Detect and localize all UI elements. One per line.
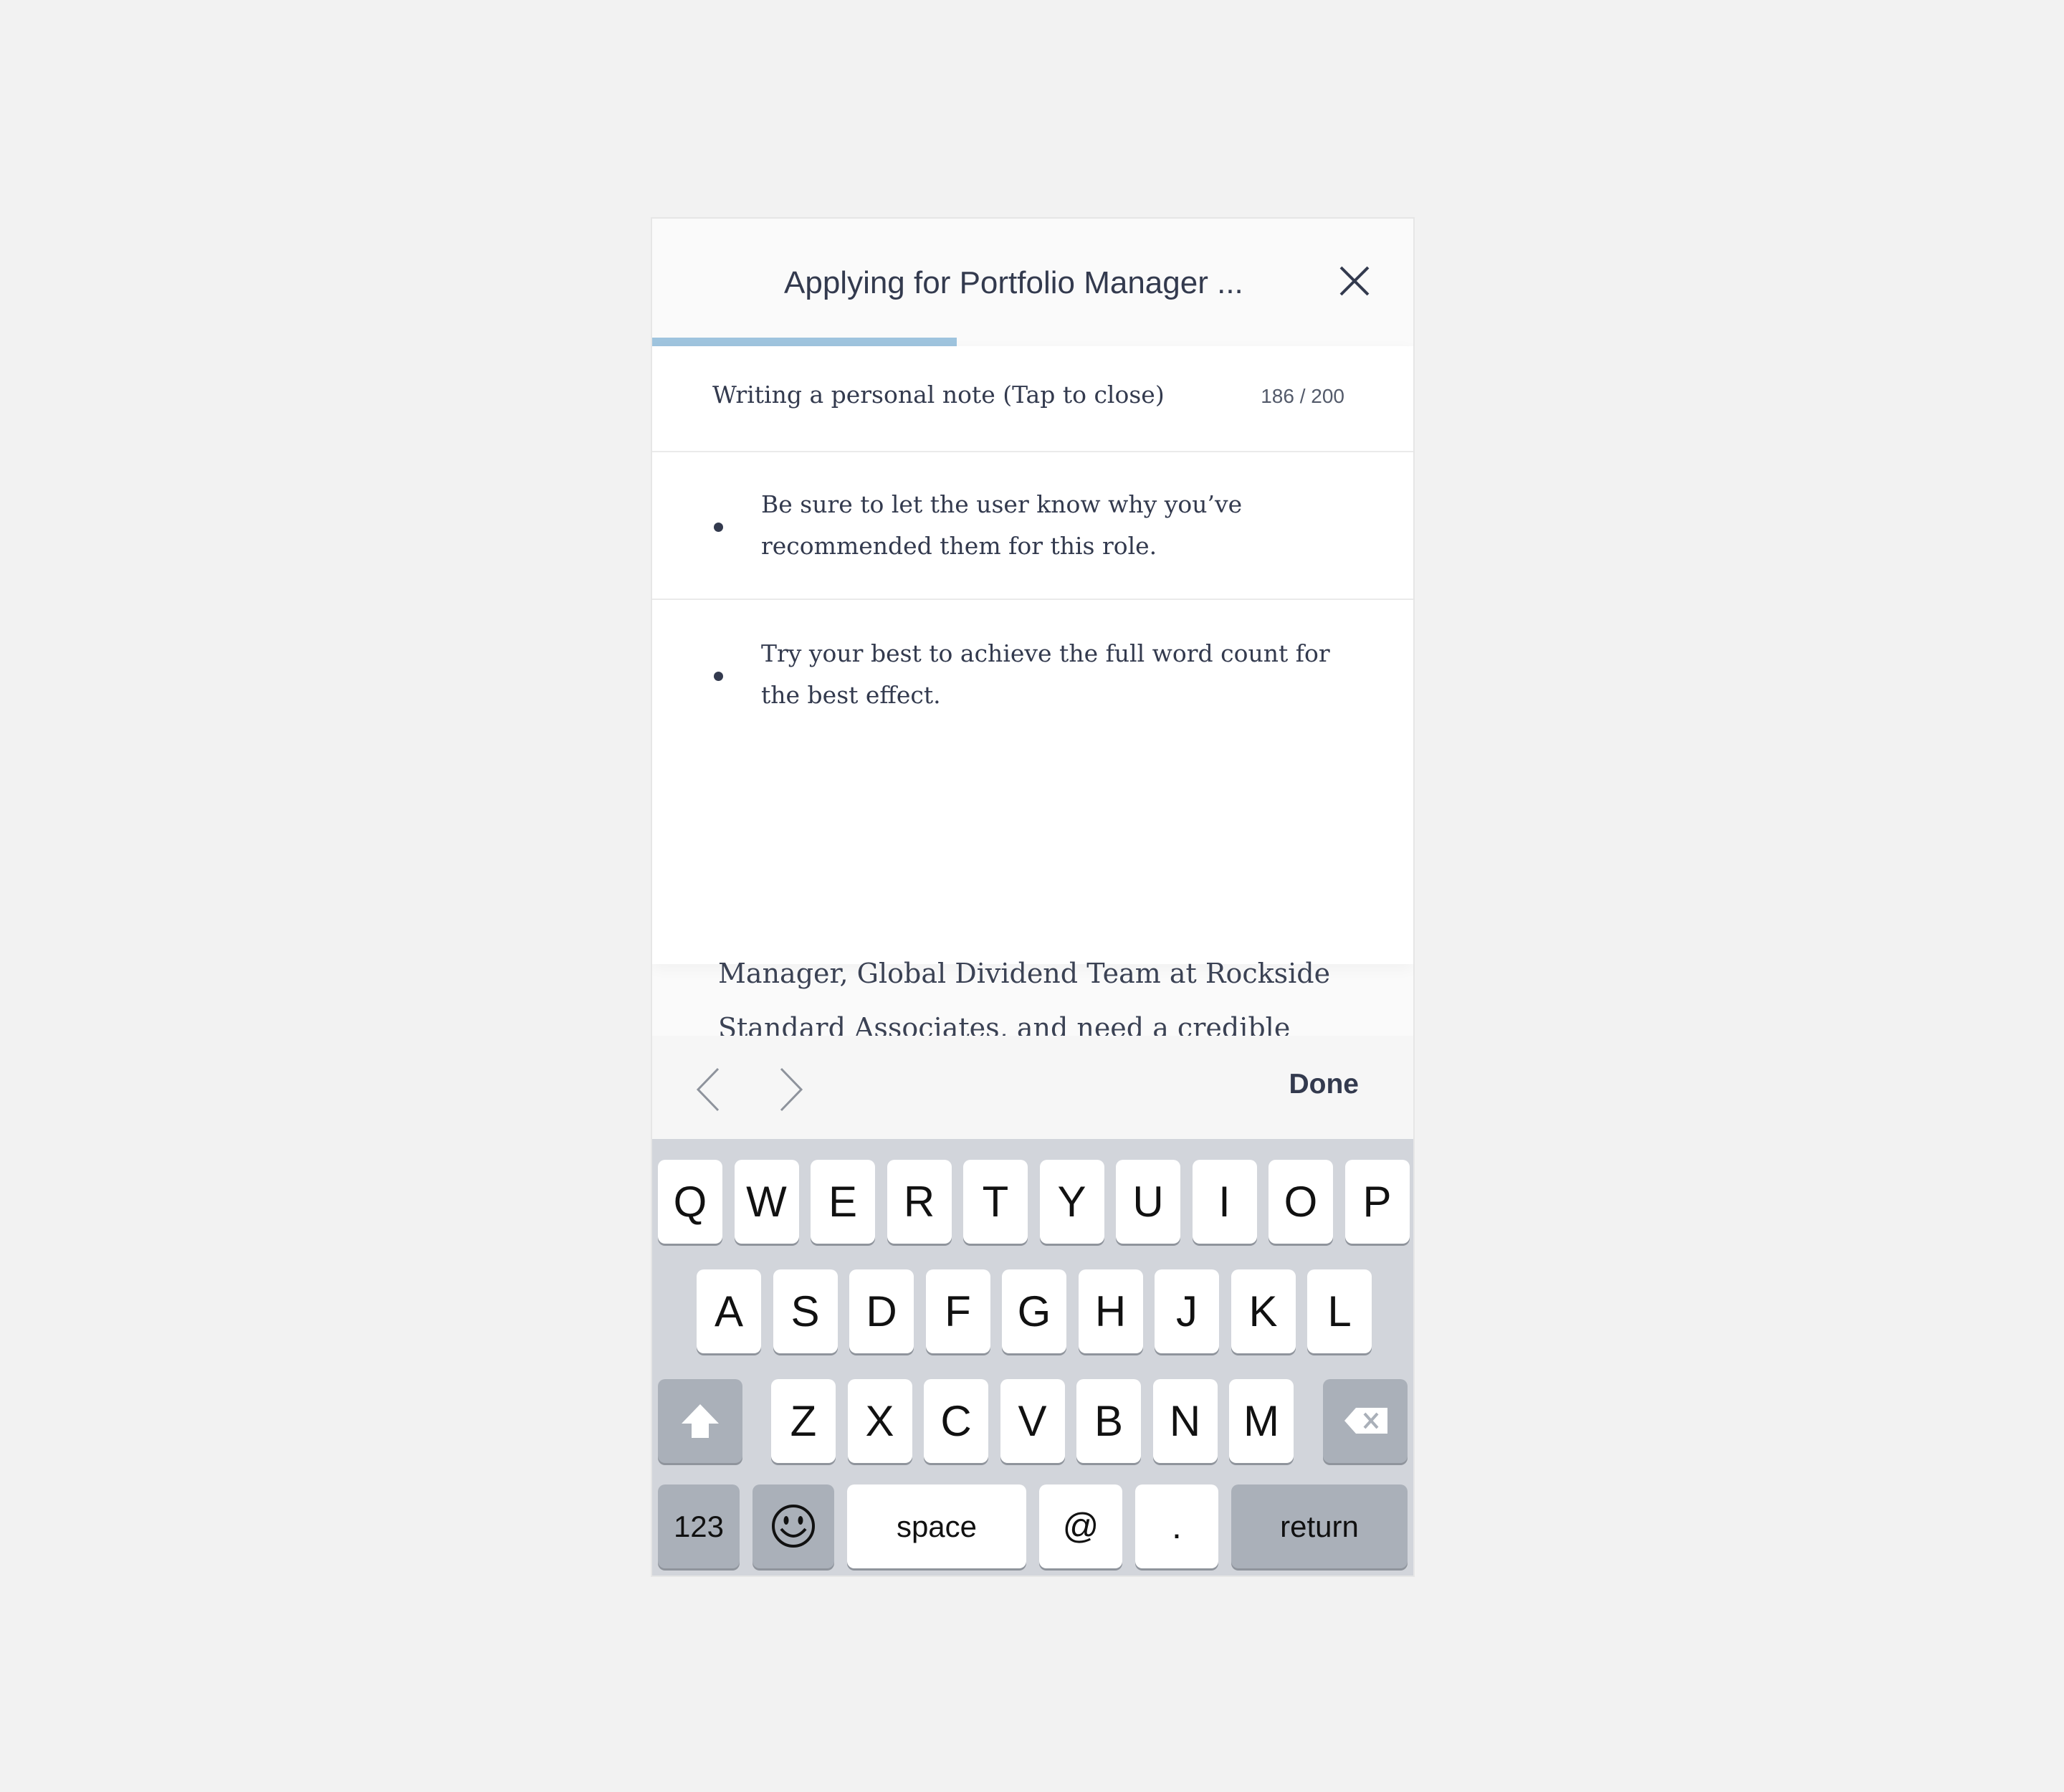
character-counter: 186 / 200 (1261, 385, 1344, 407)
key-k[interactable]: K (1231, 1269, 1296, 1353)
backspace-key[interactable] (1323, 1379, 1408, 1463)
application-modal: Applying for Portfolio Manager ... Writi… (651, 217, 1415, 1577)
key-q[interactable]: Q (658, 1160, 722, 1244)
key-g[interactable]: G (1002, 1269, 1066, 1353)
key-v[interactable]: V (1000, 1379, 1065, 1463)
key-y[interactable]: Y (1039, 1160, 1104, 1244)
tip-item: Be sure to let the user know why you’ve … (652, 452, 1413, 600)
personal-note-label: Writing a personal note (Tap to close) (712, 381, 1165, 409)
period-key[interactable]: . (1135, 1484, 1218, 1568)
key-n[interactable]: N (1152, 1379, 1218, 1463)
key-a[interactable]: A (697, 1269, 761, 1353)
previous-field-button[interactable] (689, 1064, 732, 1115)
key-w[interactable]: W (734, 1160, 799, 1244)
next-field-button[interactable] (767, 1064, 810, 1115)
at-key[interactable]: @ (1039, 1484, 1122, 1568)
personal-note-panel: Writing a personal note (Tap to close) 1… (652, 346, 1413, 964)
emoji-key[interactable] (752, 1484, 834, 1568)
key-b[interactable]: B (1076, 1379, 1141, 1463)
chevron-left-icon (696, 1067, 720, 1112)
keyboard-accessory-bar: Done (652, 1036, 1413, 1139)
key-f[interactable]: F (925, 1269, 990, 1353)
key-x[interactable]: X (847, 1379, 912, 1463)
backspace-icon (1344, 1408, 1387, 1434)
key-m[interactable]: M (1229, 1379, 1294, 1463)
key-l[interactable]: L (1307, 1269, 1372, 1353)
shift-icon (682, 1404, 719, 1438)
personal-note-toggle[interactable]: Writing a personal note (Tap to close) 1… (652, 346, 1413, 452)
progress-bar (652, 338, 1413, 346)
progress-fill (652, 338, 957, 346)
bullet-icon (714, 523, 723, 532)
key-z[interactable]: Z (771, 1379, 836, 1463)
key-o[interactable]: O (1268, 1160, 1333, 1244)
tip-item: Try your best to achieve the full word c… (652, 600, 1413, 749)
numbers-key[interactable]: 123 (658, 1484, 740, 1568)
key-r[interactable]: R (887, 1160, 952, 1244)
bullet-icon (714, 672, 723, 681)
key-h[interactable]: H (1078, 1269, 1143, 1353)
done-button[interactable]: Done (1289, 1069, 1360, 1100)
on-screen-keyboard: 123 space @ . return QWERTYUIOP ASDFGHJKL… (652, 1139, 1413, 1576)
key-p[interactable]: P (1344, 1160, 1410, 1244)
key-c[interactable]: C (924, 1379, 988, 1463)
chevron-right-icon (780, 1067, 803, 1112)
tip-text: Try your best to achieve the full word c… (761, 639, 1330, 709)
key-t[interactable]: T (963, 1160, 1028, 1244)
key-s[interactable]: S (773, 1269, 838, 1353)
close-button[interactable] (1337, 263, 1372, 299)
space-key[interactable]: space (847, 1484, 1026, 1568)
close-icon (1339, 266, 1370, 296)
emoji-icon (772, 1505, 815, 1548)
tip-text: Be sure to let the user know why you’ve … (761, 490, 1243, 560)
return-key[interactable]: return (1231, 1484, 1408, 1568)
key-j[interactable]: J (1155, 1269, 1219, 1353)
key-u[interactable]: U (1116, 1160, 1180, 1244)
key-d[interactable]: D (849, 1269, 914, 1353)
shift-key[interactable] (658, 1379, 742, 1463)
key-i[interactable]: I (1192, 1160, 1257, 1244)
page-title: Applying for Portfolio Manager ... (784, 265, 1243, 300)
modal-header: Applying for Portfolio Manager ... (652, 219, 1413, 340)
key-e[interactable]: E (811, 1160, 875, 1244)
